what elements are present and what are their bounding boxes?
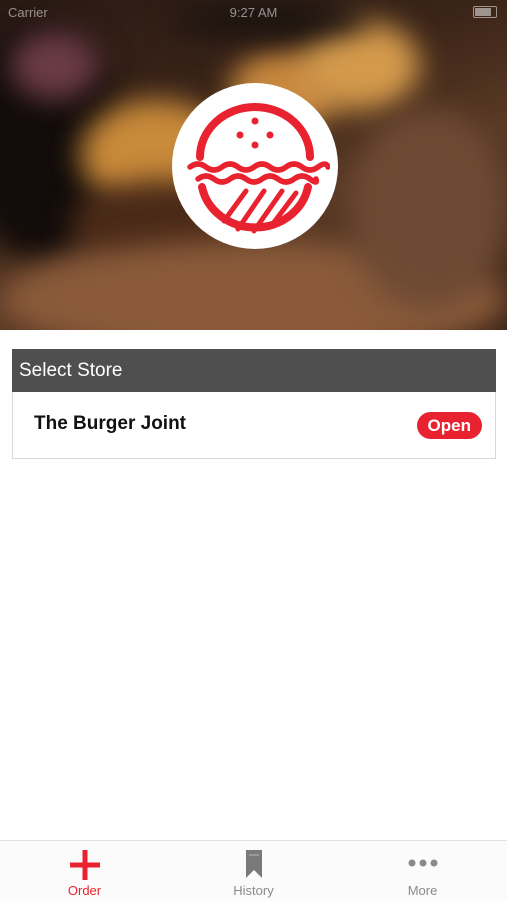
status-bar: Carrier 9:27 AM <box>0 0 507 24</box>
hero-table-blob <box>350 110 507 310</box>
tab-order-label: Order <box>67 883 102 898</box>
tab-more[interactable]: More <box>338 841 507 901</box>
status-time: 9:27 AM <box>229 5 278 20</box>
tab-more-label: More <box>407 883 438 898</box>
store-status-badge: Open <box>416 412 482 439</box>
store-row[interactable]: The Burger Joint Open <box>12 392 496 459</box>
battery-icon <box>473 6 497 18</box>
brand-logo <box>172 83 338 249</box>
select-store-header: Select Store <box>12 349 496 392</box>
tab-bar: Order History More <box>0 840 507 901</box>
hero-flower-blob <box>10 30 100 100</box>
ellipsis-icon <box>407 855 439 873</box>
tab-history-label: History <box>233 883 274 898</box>
burger-logo-icon <box>187 103 330 234</box>
plus-icon <box>69 849 101 886</box>
tab-history[interactable]: History <box>169 841 338 901</box>
hero-banner: Carrier 9:27 AM <box>0 0 507 330</box>
tab-order[interactable]: Order <box>0 841 169 901</box>
bookmark-icon <box>244 849 264 884</box>
store-name: The Burger Joint <box>34 413 187 434</box>
